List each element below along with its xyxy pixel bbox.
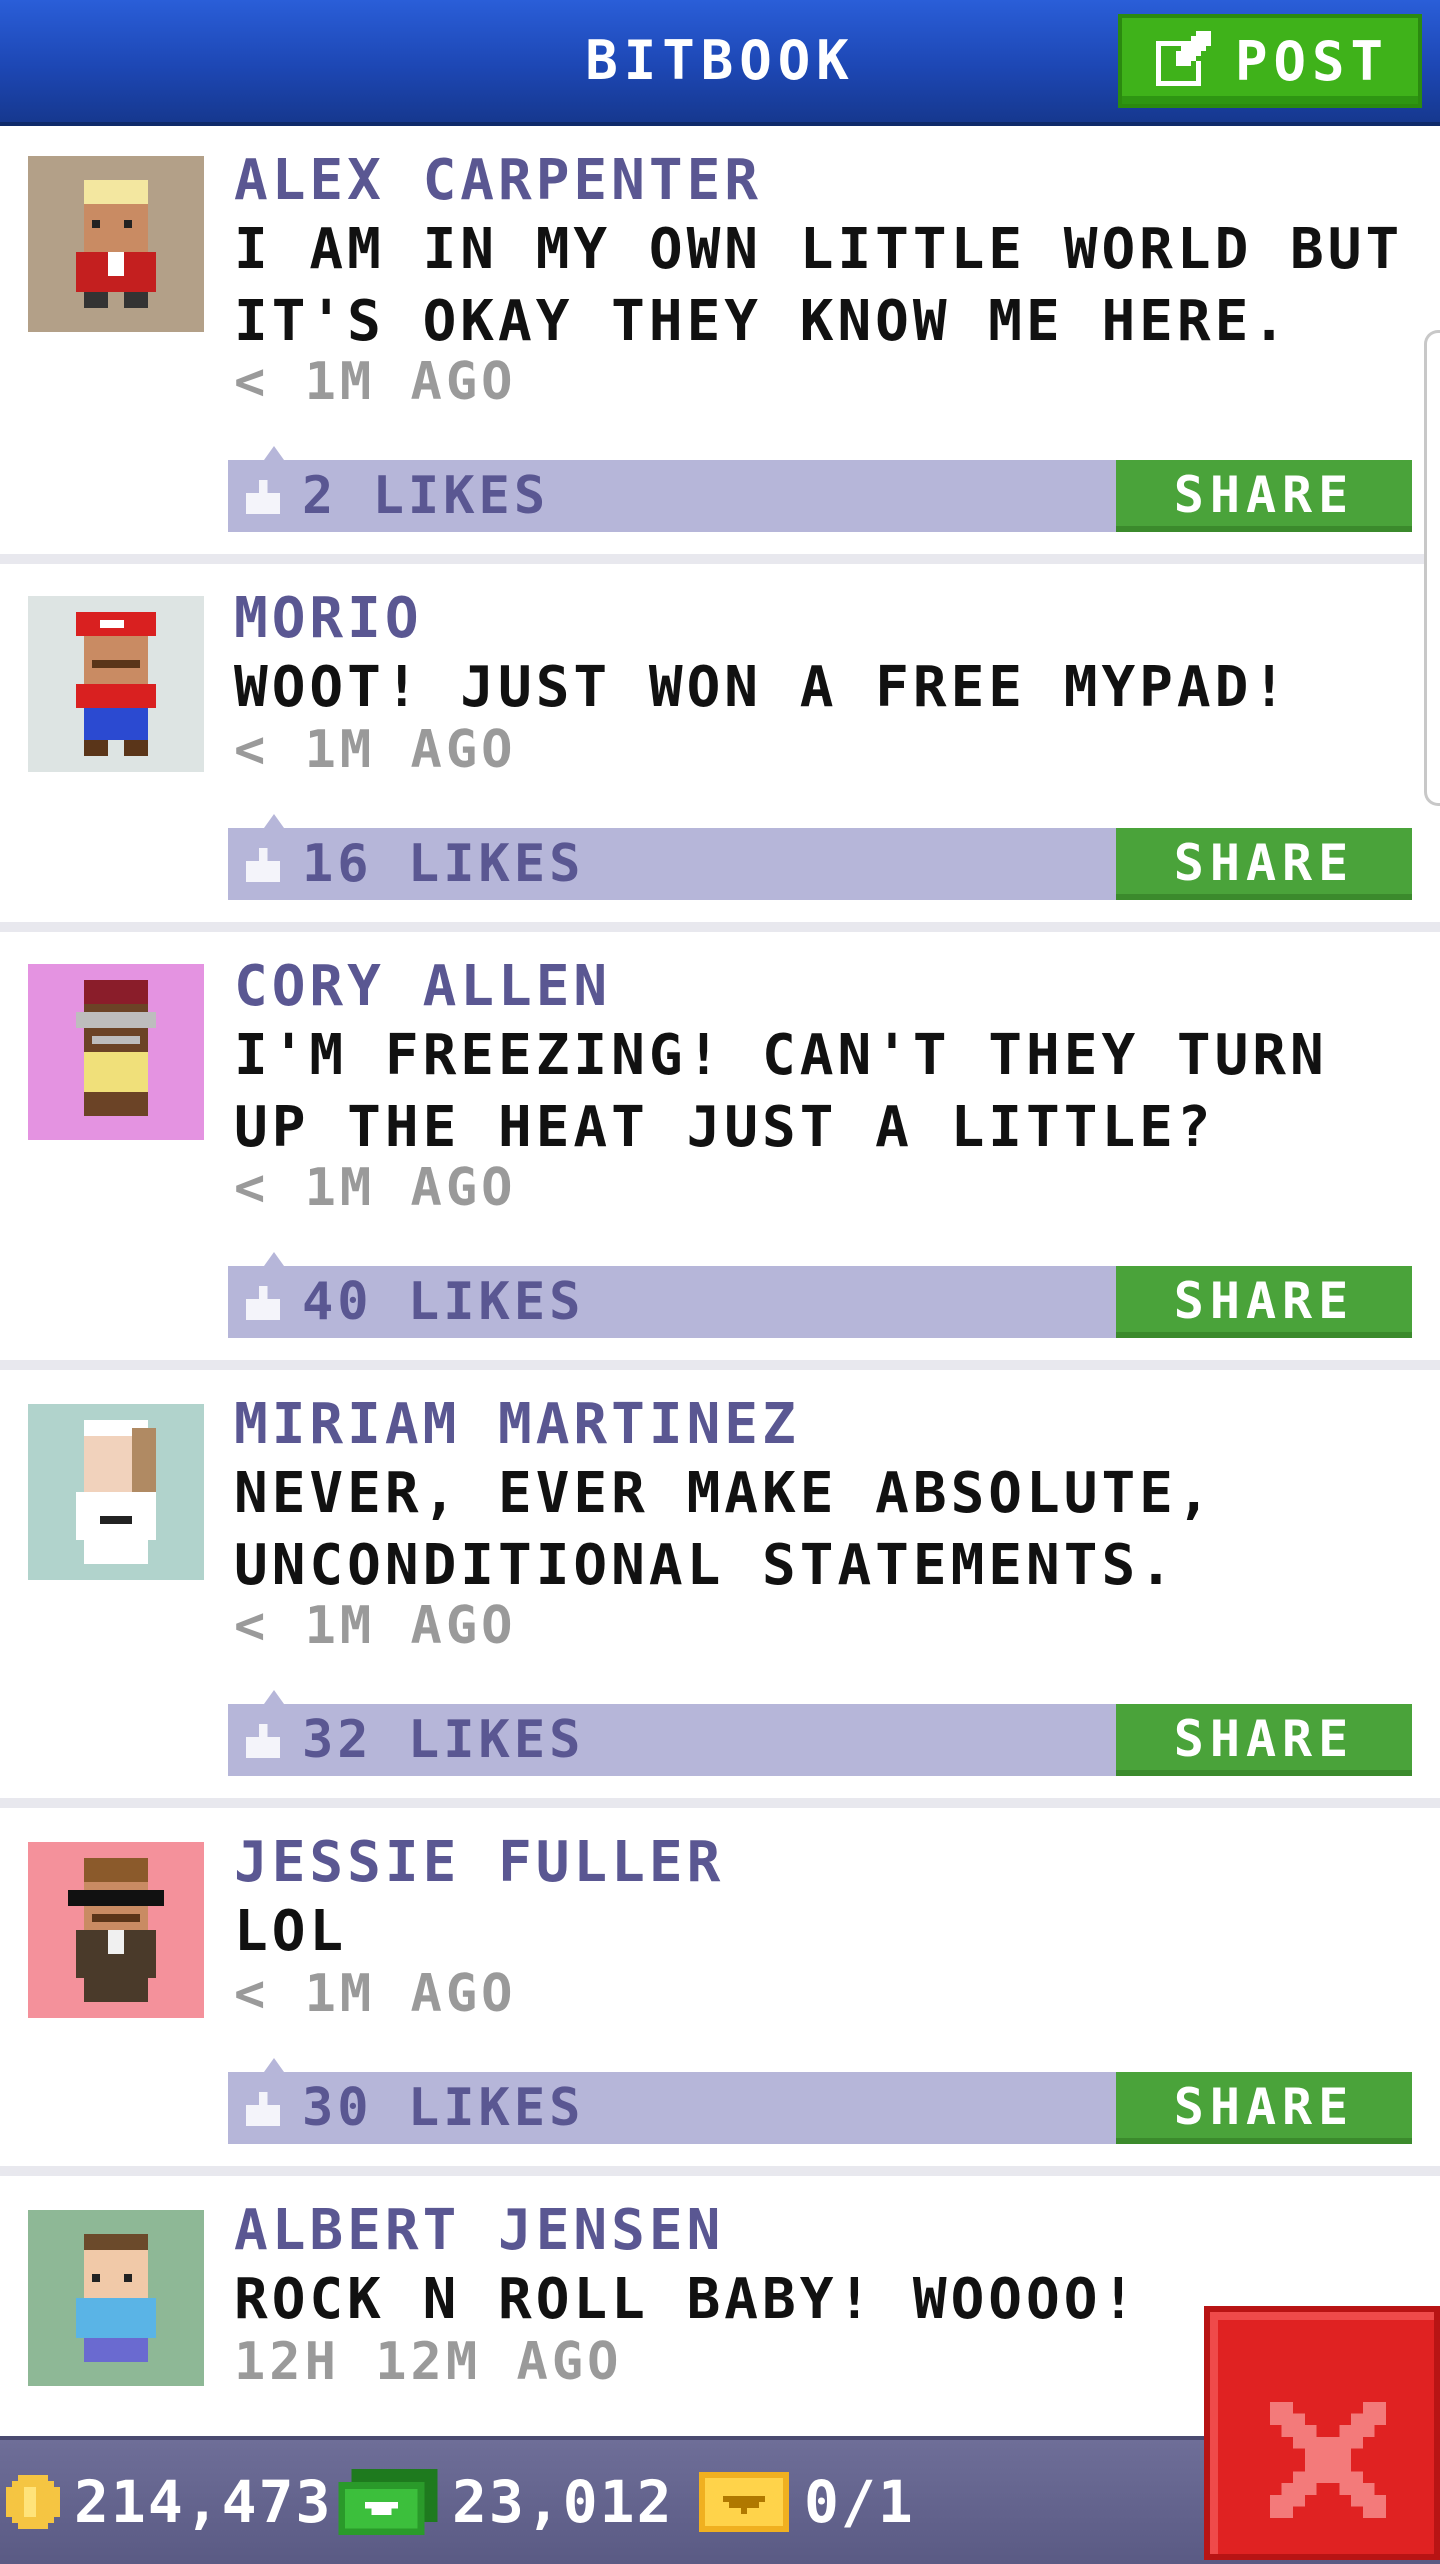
coin-count: 214,473	[74, 2468, 333, 2536]
likes-bar: 32 LIKES SHARE	[228, 1690, 1412, 1776]
post-time: < 1M AGO	[234, 352, 517, 412]
post-divider	[0, 2166, 1440, 2176]
likes-count: 2 LIKES	[302, 466, 550, 526]
bux-counter: 23,012	[338, 2440, 674, 2564]
share-button[interactable]: SHARE	[1116, 460, 1412, 532]
thumbs-up-icon[interactable]	[246, 848, 280, 882]
post-time: < 1M AGO	[234, 1158, 517, 1218]
share-button[interactable]: SHARE	[1116, 828, 1412, 900]
avatar[interactable]	[28, 1404, 204, 1580]
close-icon	[1270, 2402, 1386, 2518]
feed-post: MORIO WOOT! JUST WON A FREE MYPAD! < 1M …	[0, 564, 1440, 922]
scrollbar[interactable]	[1424, 330, 1440, 806]
close-button[interactable]	[1204, 2306, 1440, 2560]
thumbs-up-icon[interactable]	[246, 1724, 280, 1758]
likes-bar: 16 LIKES SHARE	[228, 814, 1412, 900]
coin-icon	[6, 2475, 60, 2529]
thumbs-up-icon[interactable]	[246, 2092, 280, 2126]
thumbs-up-icon[interactable]	[246, 480, 280, 514]
likes-bar: 2 LIKES SHARE	[228, 446, 1412, 532]
app-header: BITBOOK POST	[0, 0, 1440, 126]
post-time: < 1M AGO	[234, 1964, 517, 2024]
bux-count: 23,012	[452, 2468, 674, 2536]
likes-count: 30 LIKES	[302, 2078, 585, 2138]
post-time: < 1M AGO	[234, 1596, 517, 1656]
avatar[interactable]	[28, 596, 204, 772]
feed-post: CORY ALLEN I'M FREEZING! CAN'T THEY TURN…	[0, 932, 1440, 1360]
likes-count: 40 LIKES	[302, 1272, 585, 1332]
post-message: I AM IN MY OWN LITTLE WORLD BUT IT'S OKA…	[234, 217, 1404, 354]
post-time: < 1M AGO	[234, 720, 517, 780]
thumbs-up-icon[interactable]	[246, 1286, 280, 1320]
post-author[interactable]: CORY ALLEN	[234, 954, 611, 1019]
post-button[interactable]: POST	[1118, 14, 1422, 108]
ticket-icon	[699, 2472, 789, 2532]
avatar[interactable]	[28, 156, 204, 332]
share-button[interactable]: SHARE	[1116, 1704, 1412, 1776]
post-message: I'M FREEZING! CAN'T THEY TURN UP THE HEA…	[234, 1023, 1328, 1160]
post-author[interactable]: ALEX CARPENTER	[234, 148, 762, 213]
ticket-counter: 0/1	[698, 2440, 915, 2564]
post-message: LOL	[234, 1899, 348, 1964]
compose-icon	[1155, 31, 1211, 86]
likes-count: 16 LIKES	[302, 834, 585, 894]
post-time: 12H 12M AGO	[234, 2332, 623, 2392]
likes-bar: 30 LIKES SHARE	[228, 2058, 1412, 2144]
likes-bar: 40 LIKES SHARE	[228, 1252, 1412, 1338]
post-divider	[0, 1360, 1440, 1370]
share-button[interactable]: SHARE	[1116, 2072, 1412, 2144]
post-message: NEVER, EVER MAKE ABSOLUTE, UNCONDITIONAL…	[234, 1461, 1215, 1598]
post-divider	[0, 1798, 1440, 1808]
post-button-label: POST	[1234, 29, 1390, 93]
bux-icon	[338, 2469, 438, 2535]
post-author[interactable]: JESSIE FULLER	[234, 1830, 724, 1895]
feed-post: MIRIAM MARTINEZ NEVER, EVER MAKE ABSOLUT…	[0, 1370, 1440, 1798]
avatar[interactable]	[28, 2210, 204, 2386]
coin-counter: 214,473	[6, 2440, 332, 2564]
post-divider	[0, 922, 1440, 932]
post-author[interactable]: MIRIAM MARTINEZ	[234, 1392, 800, 1457]
ticket-count: 0/1	[804, 2468, 915, 2536]
share-button[interactable]: SHARE	[1116, 1266, 1412, 1338]
avatar[interactable]	[28, 1842, 204, 2018]
post-message: WOOT! JUST WON A FREE MYPAD!	[234, 655, 1291, 720]
feed-post: JESSIE FULLER LOL < 1M AGO 30 LIKES SHAR…	[0, 1808, 1440, 2166]
feed-post: ALEX CARPENTER I AM IN MY OWN LITTLE WOR…	[0, 126, 1440, 554]
likes-count: 32 LIKES	[302, 1710, 585, 1770]
post-author[interactable]: MORIO	[234, 586, 423, 651]
post-divider	[0, 554, 1440, 564]
avatar[interactable]	[28, 964, 204, 1140]
post-author[interactable]: ALBERT JENSEN	[234, 2198, 724, 2263]
